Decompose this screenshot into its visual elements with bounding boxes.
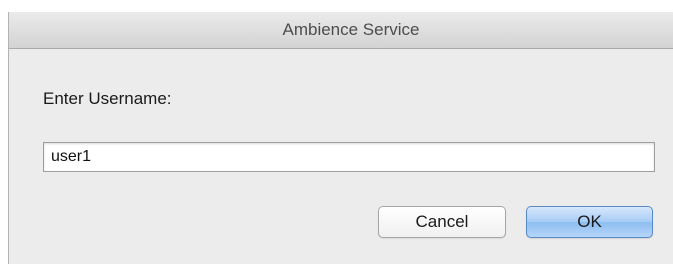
ambience-service-dialog: Ambience Service Enter Username: Cancel … [8,12,673,264]
username-input[interactable] [43,142,655,172]
cancel-button[interactable]: Cancel [378,206,506,238]
dialog-titlebar[interactable]: Ambience Service [9,12,673,49]
username-prompt-label: Enter Username: [43,89,172,108]
ok-button[interactable]: OK [526,206,653,238]
dialog-title: Ambience Service [282,20,420,39]
